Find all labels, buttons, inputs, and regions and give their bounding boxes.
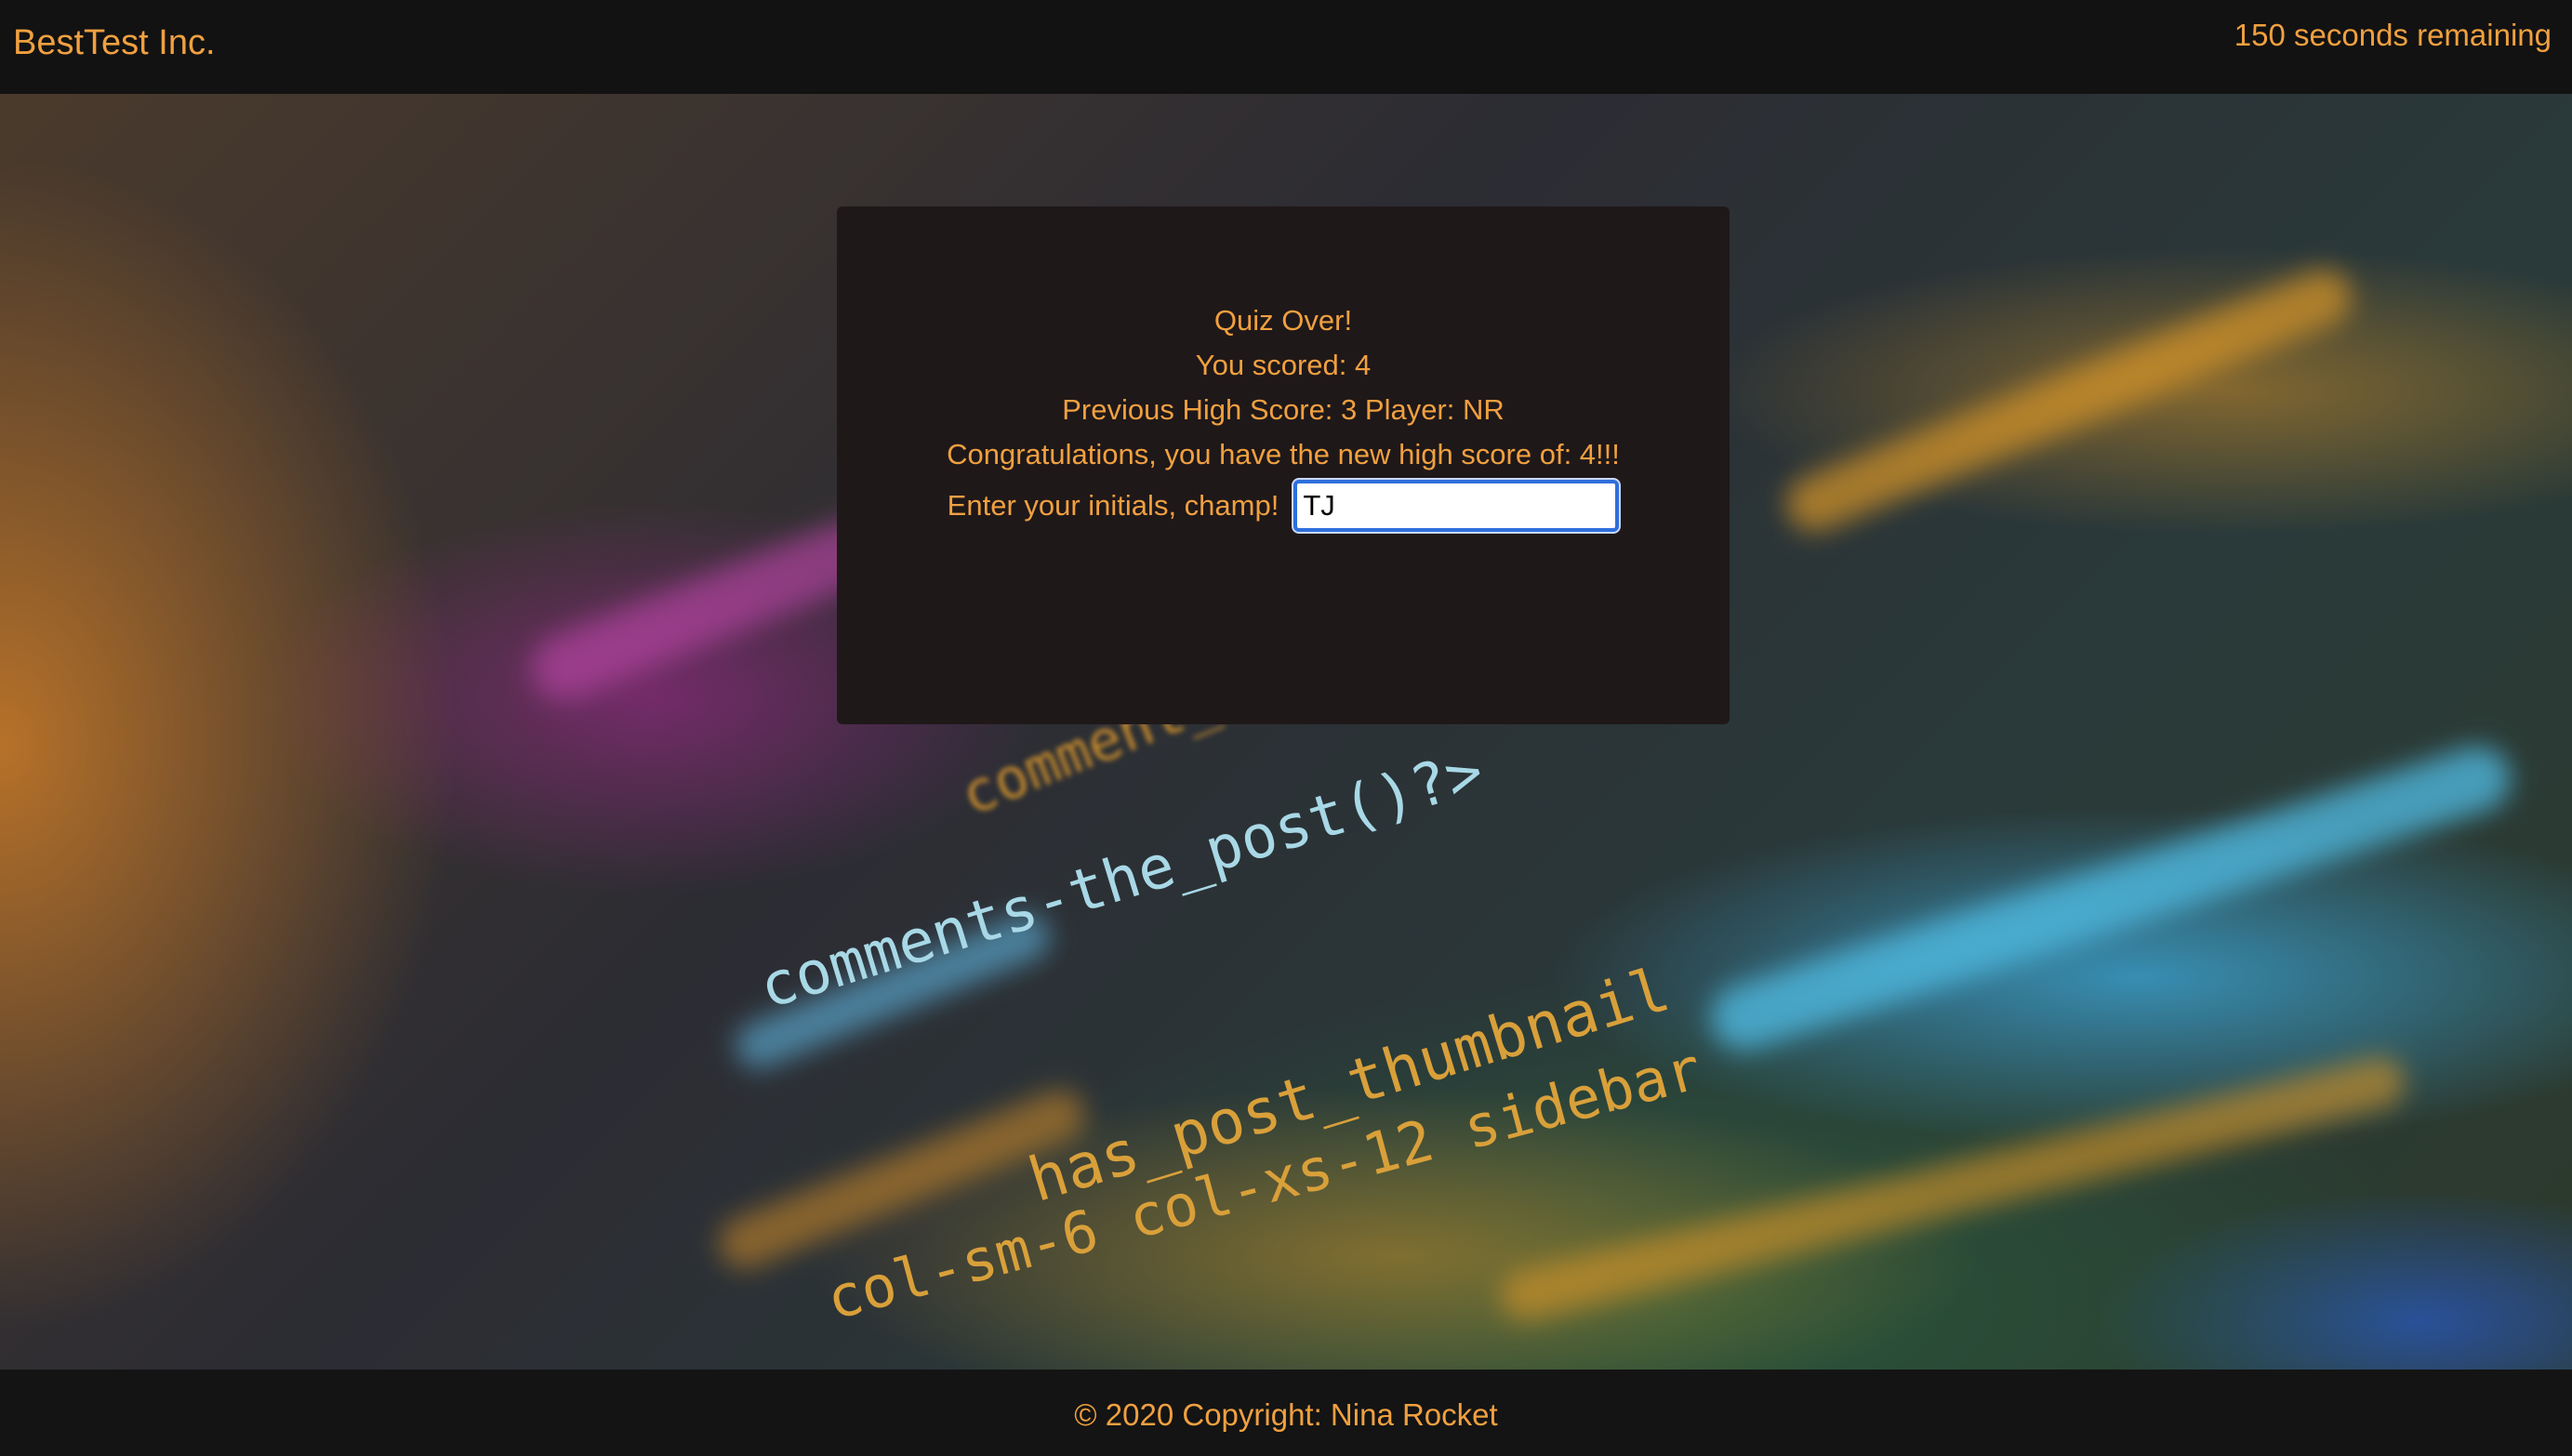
bg-code-line: comments-the_post()?> [751, 736, 1491, 1023]
bg-streak [1703, 737, 2519, 1059]
footer: © 2020 Copyright: Nina Rocket [0, 1370, 2572, 1452]
countdown-timer: 150 seconds remaining [2234, 18, 2552, 52]
top-navbar: BestTest Inc. 150 seconds remaining [0, 0, 2572, 94]
congratulations-text: Congratulations, you have the new high s… [947, 438, 1620, 470]
quiz-over-title: Quiz Over! [1213, 304, 1353, 337]
brand-logo-text[interactable]: BestTest Inc. [13, 20, 216, 65]
previous-high-score-text: Previous High Score: 3 Player: NR [1062, 393, 1505, 426]
score-text: You scored: 4 [1195, 349, 1372, 381]
copyright-text: © 2020 Copyright: Nina Rocket [1074, 1397, 1498, 1432]
bg-streak [1778, 261, 2360, 540]
initials-input[interactable] [1293, 480, 1620, 532]
bg-streak [522, 510, 892, 710]
initials-label: Enter your initials, champ! [947, 489, 1279, 522]
initials-form: Enter your initials, champ! [837, 476, 1730, 536]
quiz-result-panel: Quiz Over! You scored: 4 Previous High S… [837, 206, 1730, 724]
